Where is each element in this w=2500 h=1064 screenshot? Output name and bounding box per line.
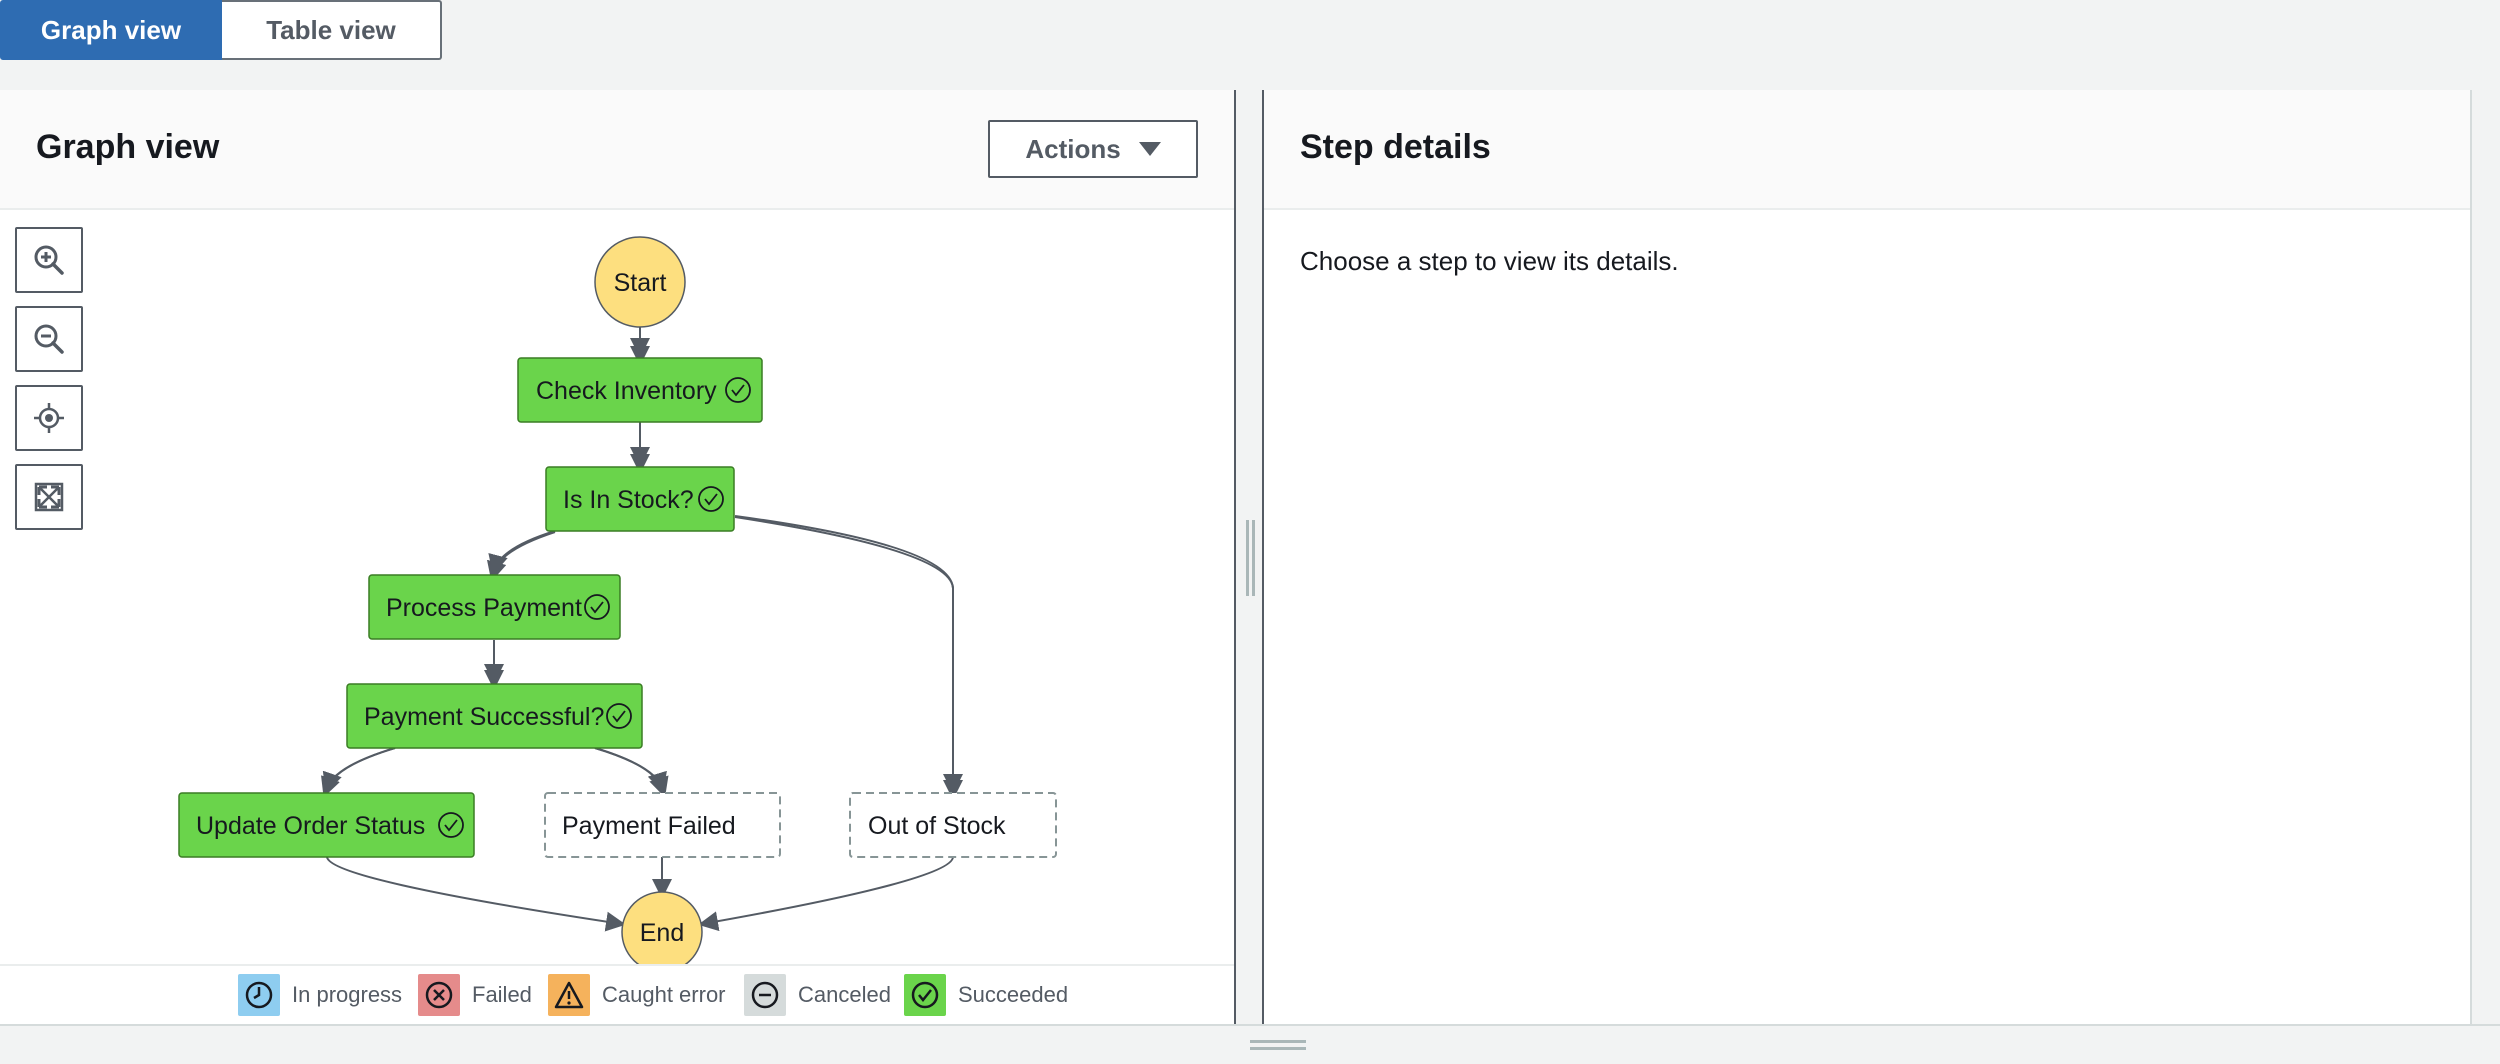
legend-succeeded: Succeeded bbox=[904, 974, 1068, 1016]
clock-icon bbox=[238, 974, 280, 1016]
legend-failed: Failed bbox=[418, 974, 532, 1016]
legend-canceled: Canceled bbox=[744, 974, 891, 1016]
legend-in-progress: In progress bbox=[238, 974, 402, 1016]
view-tabs: Graph view Table view bbox=[0, 0, 442, 60]
legend-label: Succeeded bbox=[958, 982, 1069, 1007]
graph-panel: Graph view Actions Start Check Inventory… bbox=[0, 90, 1236, 1024]
edge-is-in-stock-to-process-payment bbox=[488, 530, 556, 575]
tab-graph-view[interactable]: Graph view bbox=[0, 0, 222, 60]
step-details-header: Step details bbox=[1264, 90, 2470, 210]
node-payment-failed[interactable]: Payment Failed bbox=[544, 792, 781, 858]
minus-circle-icon bbox=[744, 974, 786, 1016]
node-check-inventory[interactable]: Check Inventory bbox=[517, 357, 763, 423]
x-circle-icon bbox=[418, 974, 460, 1016]
edge-update-order-status-to-end bbox=[326, 856, 626, 932]
graph-canvas: Start Check Inventory Is In Stock? Proce… bbox=[178, 236, 1057, 964]
legend-label: Canceled bbox=[798, 982, 891, 1007]
node-payment-successful[interactable]: Payment Successful? bbox=[346, 683, 643, 749]
node-update-order-status[interactable]: Update Order Status bbox=[178, 792, 475, 858]
grip-line bbox=[1252, 520, 1255, 596]
grip-line bbox=[1250, 1047, 1306, 1050]
panel-resize-handle[interactable] bbox=[1238, 90, 1262, 1024]
grip-line bbox=[1246, 520, 1249, 596]
end-label: End bbox=[640, 919, 684, 947]
legend-label: Failed bbox=[472, 982, 532, 1007]
tab-table-view[interactable]: Table view bbox=[222, 0, 442, 60]
edge-payment-successful-to-payment-failed bbox=[594, 747, 667, 793]
node-out-of-stock[interactable]: Out of Stock bbox=[849, 792, 1057, 858]
node-is-in-stock[interactable]: Is In Stock? bbox=[545, 466, 735, 532]
legend-caught-error: Caught error bbox=[548, 974, 726, 1016]
step-details-panel: Step details Choose a step to view its d… bbox=[1262, 90, 2472, 1024]
node-label: Process Payment bbox=[386, 594, 582, 622]
start-node[interactable]: Start bbox=[594, 236, 686, 328]
node-label: Payment Failed bbox=[562, 812, 736, 840]
legend-label: In progress bbox=[292, 982, 403, 1007]
node-label: Payment Successful? bbox=[364, 703, 604, 731]
right-edge-gutter bbox=[2472, 90, 2500, 1024]
node-label: Update Order Status bbox=[196, 812, 425, 840]
edge-is-in-stock-to-out-of-stock bbox=[734, 515, 963, 794]
warning-icon bbox=[548, 974, 590, 1016]
node-label: Check Inventory bbox=[536, 377, 717, 405]
check-circle-icon bbox=[904, 974, 946, 1016]
grip-line bbox=[1250, 1040, 1306, 1043]
status-legend: In progress Failed Caught error Canceled… bbox=[0, 964, 1234, 1024]
edge-payment-successful-to-update-order-status bbox=[322, 747, 396, 793]
node-label: Is In Stock? bbox=[563, 486, 694, 514]
end-node[interactable]: End bbox=[621, 891, 703, 964]
edge-out-of-stock-to-end bbox=[698, 856, 954, 932]
start-label: Start bbox=[614, 269, 667, 297]
step-details-title: Step details bbox=[1300, 128, 1491, 166]
step-details-empty-message: Choose a step to view its details. bbox=[1300, 246, 1679, 276]
bottom-resize-handle[interactable] bbox=[0, 1024, 2500, 1064]
node-process-payment[interactable]: Process Payment bbox=[368, 574, 621, 640]
node-label: Out of Stock bbox=[868, 812, 1006, 840]
legend-label: Caught error bbox=[602, 982, 726, 1007]
